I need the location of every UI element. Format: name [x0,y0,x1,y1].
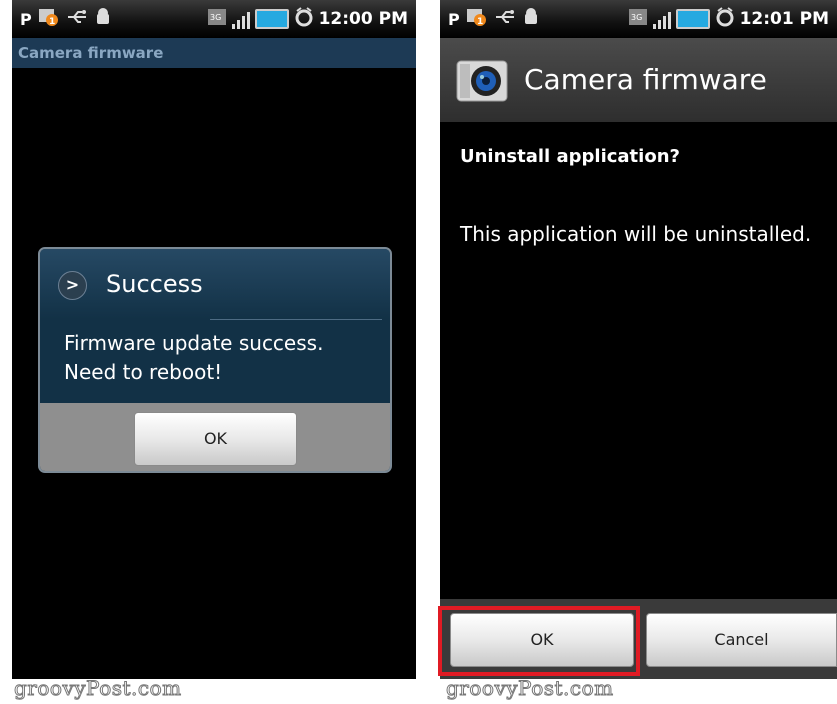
battery-icon [254,9,289,29]
cancel-button[interactable]: Cancel [646,613,837,667]
status-right: 3G 12:00 PM [207,7,408,31]
usb-icon [66,9,88,29]
signal-icon [652,9,671,29]
left-phone-screen: P 1 3G 12:00 PM Camera firmware > Succes… [12,0,416,679]
uninstall-info: This application will be uninstalled. [460,222,812,246]
svg-text:3G: 3G [631,13,642,22]
usb-icon [494,9,516,29]
clock: 12:00 PM [318,9,408,29]
status-bar: P 1 3G 12:01 PM [440,0,837,38]
notification-badge-icon: 1 [38,7,60,31]
watermark: groovyPost.com [446,676,614,701]
app-title: Camera firmware [524,63,767,96]
dialog-title: Success [106,270,203,298]
network-type-icon: 3G [628,8,648,30]
dialog-message-line: Firmware update success. [64,331,324,355]
battery-icon [675,9,710,29]
status-bar: P 1 3G 12:00 PM [12,0,416,38]
app-title-bar: Camera firmware [12,38,416,68]
app-header: Camera firmware [440,38,837,122]
chevron-right-icon: > [58,271,87,300]
watermark: groovyPost.com [14,676,182,701]
uninstall-question: Uninstall application? [460,146,680,167]
notification-p-icon: P [20,9,32,29]
notification-p-icon: P [448,9,460,29]
ok-button-highlight [438,606,640,676]
dialog-header [40,249,390,319]
ok-button[interactable]: OK [134,412,297,466]
svg-text:1: 1 [477,17,483,27]
dialog-message-line: Need to reboot! [64,360,223,384]
dialog-divider [210,319,382,320]
svg-text:1: 1 [49,17,55,27]
network-type-icon: 3G [207,8,227,30]
notification-badge-icon: 1 [466,7,488,31]
alarm-icon [715,7,735,31]
signal-icon [231,9,250,29]
camera-app-icon [456,58,508,102]
dialog-button-bar: OK [40,403,390,471]
svg-text:3G: 3G [210,13,221,22]
alarm-icon [294,7,314,31]
right-phone-screen: P 1 3G 12:01 PM Camera firmware Uninstal… [440,0,837,679]
notification-icons: P 1 [448,7,540,31]
status-right: 3G 12:01 PM [628,7,829,31]
android-debug-icon [94,8,112,30]
dialog-message: Firmware update success. Need to reboot! [64,329,374,387]
android-debug-icon [522,8,540,30]
success-dialog: > Success Firmware update success. Need … [38,247,392,473]
notification-icons: P 1 [20,7,112,31]
clock: 12:01 PM [739,9,829,29]
